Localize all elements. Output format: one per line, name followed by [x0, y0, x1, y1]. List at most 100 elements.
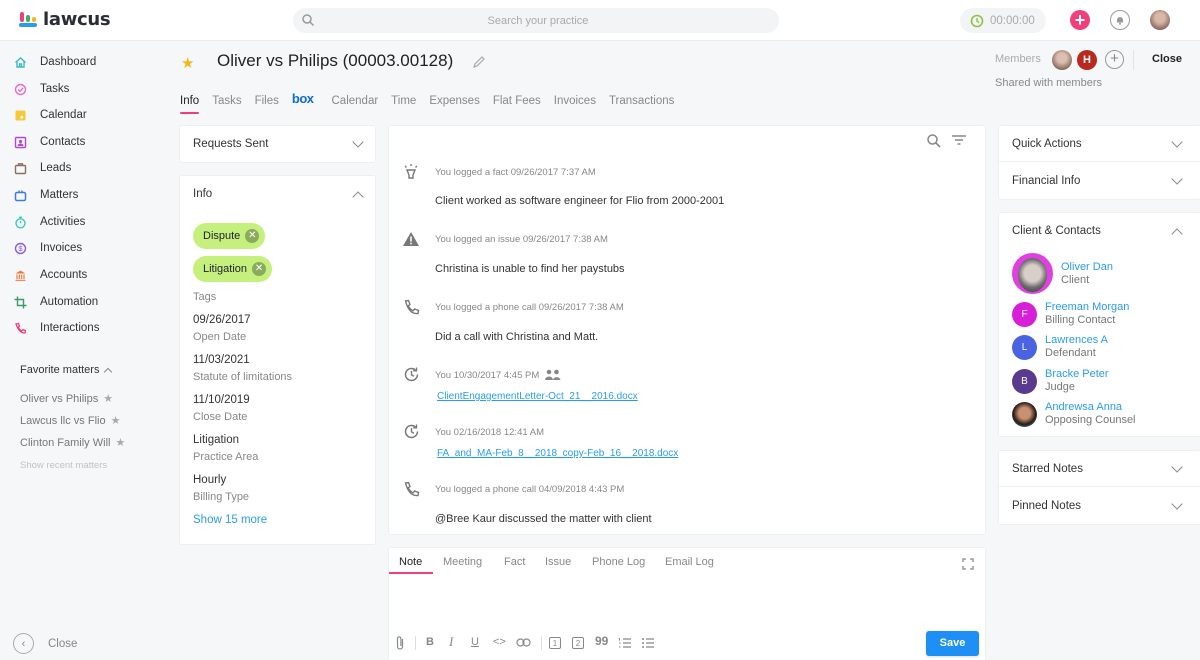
sidebar-item-activities[interactable]: Activities [14, 212, 85, 232]
editor-tab-email-log[interactable]: Email Log [665, 556, 714, 568]
favorite-star-icon[interactable]: ★ [181, 54, 194, 72]
tab-time[interactable]: Time [391, 95, 416, 115]
remove-tag-icon[interactable]: ✕ [252, 262, 267, 276]
feed-entry-meta-text: You 10/30/2017 4:45 PM [435, 369, 540, 381]
editor-tab-meeting[interactable]: Meeting [443, 556, 482, 568]
tab-transactions[interactable]: Transactions [609, 95, 674, 115]
lawcus-logo[interactable]: lawcus [19, 9, 111, 30]
sidebar-item-automation[interactable]: Automation [14, 292, 98, 312]
contact-item[interactable]: Oliver Dan Client [1012, 253, 1113, 294]
pinned-notes-section[interactable]: Pinned Notes [999, 488, 1200, 524]
star-icon[interactable]: ★ [103, 392, 113, 405]
file-link[interactable]: ClientEngagementLetter-Oct_21__2016.docx [437, 391, 638, 402]
search-input[interactable] [323, 8, 753, 33]
favorite-matters-toggle[interactable]: Favorite matters [20, 364, 113, 377]
favorite-matter-item[interactable]: Oliver vs Philips ★ [20, 392, 113, 406]
sidebar-item-leads[interactable]: Leads [14, 158, 71, 178]
requests-sent-panel[interactable]: Requests Sent [180, 126, 375, 162]
sidebar-item-invoices[interactable]: $ Invoices [14, 238, 82, 258]
editor-tab-phone-log[interactable]: Phone Log [592, 556, 645, 568]
bold-icon[interactable]: B [426, 636, 434, 648]
timer[interactable]: 00:00:00 [960, 8, 1046, 33]
contact-item[interactable]: Andrewsa Anna Opposing Counsel [1012, 401, 1136, 427]
search-bar[interactable] [293, 8, 779, 33]
heading-2-icon[interactable]: 2 [572, 637, 584, 649]
feed-entry-meta: You 10/30/2017 4:45 PM [435, 369, 562, 381]
heading-1-icon[interactable]: 1 [549, 637, 561, 649]
tab-calendar[interactable]: Calendar [332, 95, 379, 115]
feed-entry-body: Christina is unable to find her paystubs [435, 263, 625, 275]
sidebar-item-dashboard[interactable]: Dashboard [14, 52, 96, 72]
tab-expenses[interactable]: Expenses [429, 95, 480, 115]
note-editor: Note Meeting Fact Issue Phone Log Email … [389, 548, 985, 660]
financial-info-section[interactable]: Financial Info [999, 163, 1200, 199]
bullet-list-icon[interactable] [641, 637, 655, 649]
file-link[interactable]: FA_and_MA-Feb_8__2018_copy-Feb_16__2018.… [437, 448, 678, 459]
show-recent-matters-link[interactable]: Show recent matters [20, 460, 107, 471]
link-icon[interactable] [516, 638, 531, 647]
chevron-down-icon [1171, 173, 1183, 185]
close-date-value: 11/10/2019 [193, 394, 250, 406]
favorite-matter-item[interactable]: Lawcus llc vs Flio ★ [20, 414, 121, 428]
show-more-link[interactable]: Show 15 more [193, 514, 267, 526]
practice-area-value: Litigation [193, 434, 240, 446]
notifications-button[interactable] [1110, 10, 1130, 30]
tab-tasks[interactable]: Tasks [212, 95, 241, 115]
close-matter-button[interactable]: Close [1152, 53, 1182, 65]
pencil-icon[interactable] [472, 55, 486, 69]
ordered-list-icon[interactable] [618, 637, 632, 649]
star-icon[interactable]: ★ [111, 414, 121, 427]
star-icon[interactable]: ★ [115, 436, 125, 449]
sidebar-item-calendar[interactable]: Calendar [14, 105, 87, 125]
active-tab-indicator [389, 572, 433, 574]
sidebar-close-button[interactable]: ‹ Close [13, 633, 77, 654]
chevron-up-icon[interactable] [1171, 228, 1183, 240]
tab-flat-fees[interactable]: Flat Fees [493, 95, 541, 115]
tab-info[interactable]: Info [180, 95, 200, 115]
attachment-icon[interactable] [395, 635, 405, 651]
editor-tab-fact[interactable]: Fact [504, 556, 525, 568]
contact-name[interactable]: Bracke Peter [1045, 368, 1109, 381]
filter-icon[interactable] [951, 134, 967, 148]
editor-tab-issue[interactable]: Issue [545, 556, 571, 568]
member-avatar[interactable] [1052, 50, 1072, 70]
save-button[interactable]: Save [926, 631, 979, 656]
quote-icon[interactable]: 99 [595, 634, 608, 648]
italic-icon[interactable]: I [449, 634, 453, 650]
code-icon[interactable]: <> [493, 636, 506, 648]
contact-name[interactable]: Lawrences A [1045, 334, 1108, 347]
sidebar-item-matters[interactable]: Matters [14, 185, 78, 205]
search-icon[interactable] [926, 133, 942, 149]
contact-name[interactable]: Andrewsa Anna [1045, 401, 1136, 414]
sidebar-item-interactions[interactable]: Interactions [14, 318, 99, 338]
chevron-left-icon: ‹ [13, 633, 34, 654]
statute-label: Statute of limitations [193, 371, 293, 383]
chevron-up-icon[interactable] [352, 191, 364, 203]
underline-icon[interactable]: U [471, 636, 479, 648]
contact-item[interactable]: B Bracke Peter Judge [1012, 368, 1109, 394]
feed-entry-meta: You logged a phone call 09/26/2017 7:38 … [435, 302, 624, 313]
remove-tag-icon[interactable]: ✕ [245, 229, 260, 243]
contact-name[interactable]: Oliver Dan [1061, 261, 1113, 274]
tab-invoices[interactable]: Invoices [554, 95, 596, 115]
quick-actions-section[interactable]: Quick Actions [999, 126, 1200, 162]
tab-files[interactable]: Files [255, 95, 279, 115]
sidebar-item-accounts[interactable]: Accounts [14, 265, 87, 285]
contact-name[interactable]: Freeman Morgan [1045, 301, 1129, 314]
user-avatar[interactable] [1150, 10, 1170, 30]
favorite-matter-item[interactable]: Clinton Family Will ★ [20, 436, 125, 450]
editor-tab-note[interactable]: Note [399, 556, 422, 568]
chevron-down-icon[interactable] [352, 136, 364, 148]
tab-box[interactable]: box [292, 91, 314, 111]
sidebar-item-contacts[interactable]: Contacts [14, 132, 85, 152]
sidebar-item-tasks[interactable]: Tasks [14, 79, 69, 99]
contact-item[interactable]: L Lawrences A Defendant [1012, 334, 1108, 360]
add-member-button[interactable]: + [1105, 50, 1124, 69]
contact-item[interactable]: F Freeman Morgan Billing Contact [1012, 301, 1129, 327]
plus-icon: + [1074, 10, 1086, 30]
note-input[interactable] [399, 580, 975, 626]
starred-notes-section[interactable]: Starred Notes [999, 451, 1200, 487]
add-new-button[interactable]: + [1070, 10, 1090, 30]
member-avatar[interactable]: H [1077, 50, 1097, 70]
fullscreen-icon[interactable] [962, 558, 974, 570]
